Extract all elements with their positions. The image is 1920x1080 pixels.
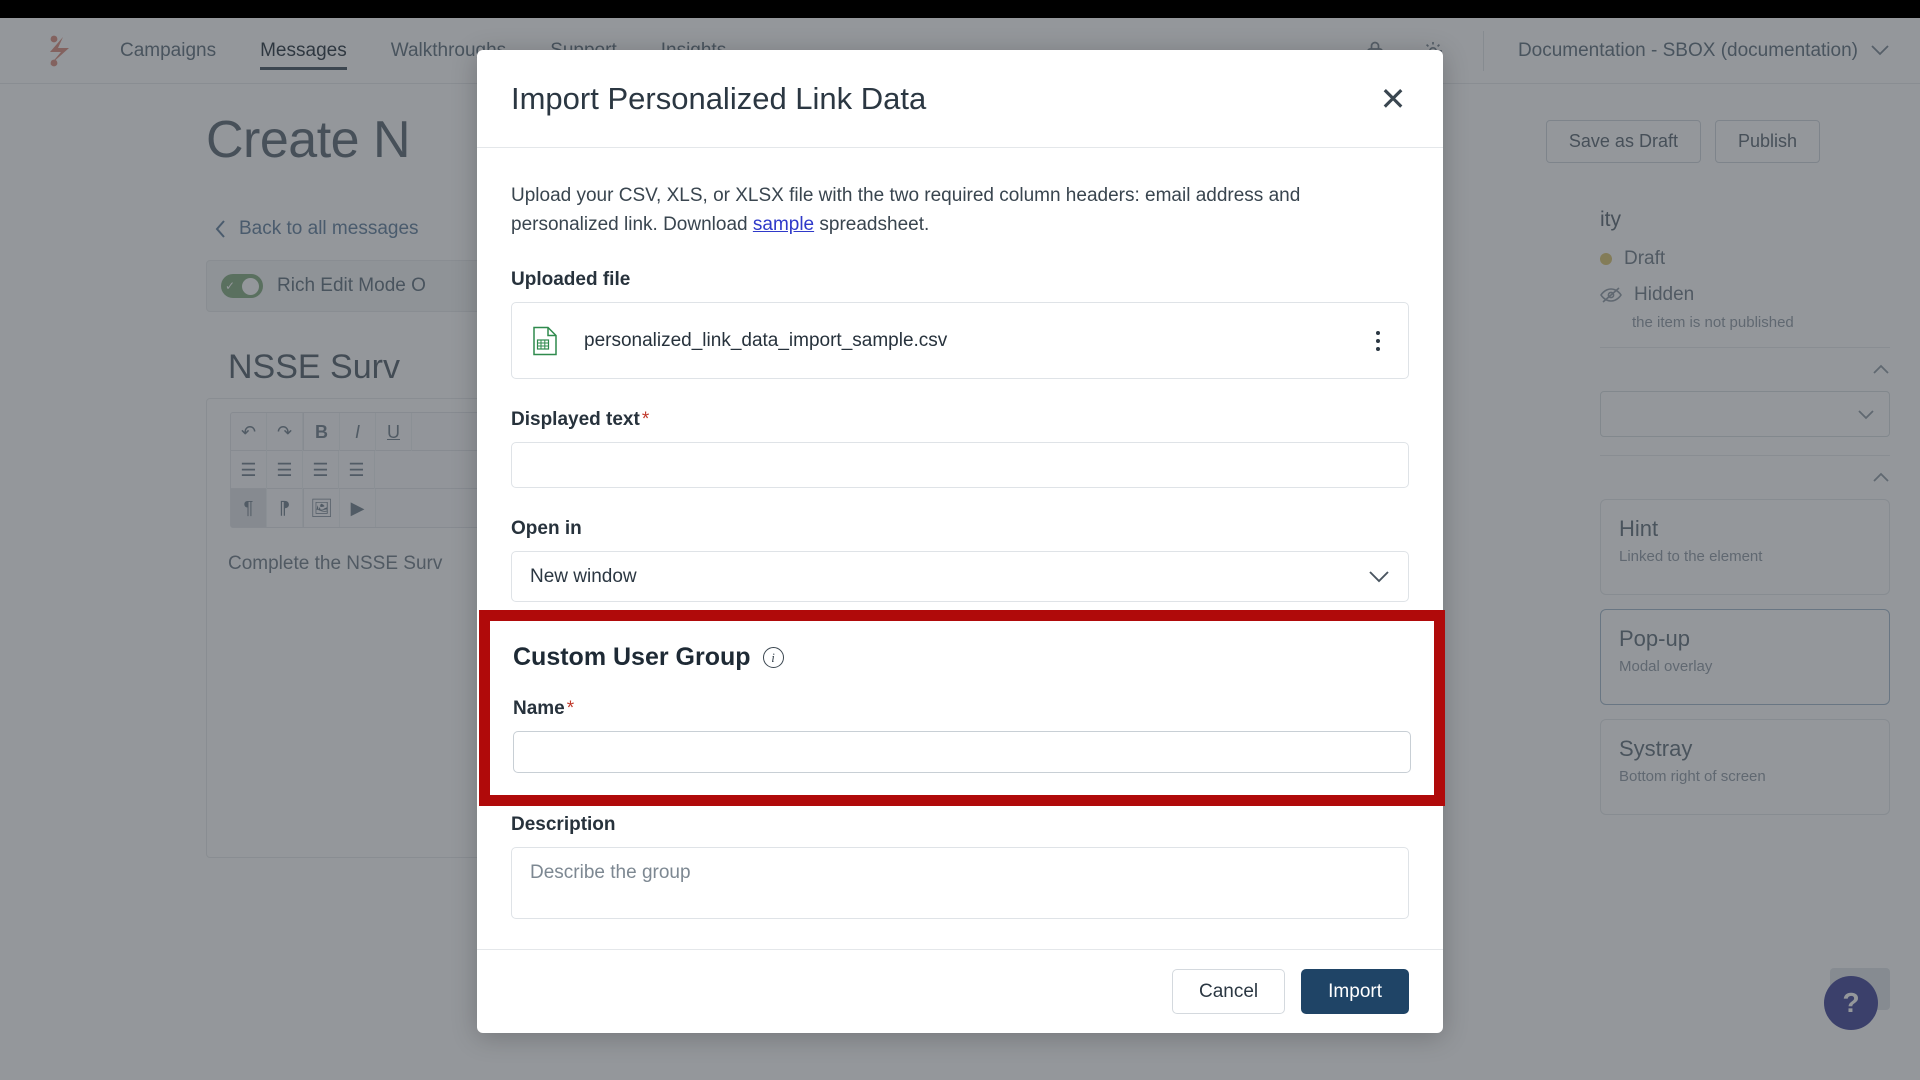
- dialog-body: Upload your CSV, XLS, or XLSX file with …: [477, 148, 1443, 949]
- uploaded-file-row: personalized_link_data_import_sample.csv: [511, 302, 1409, 379]
- kebab-menu-icon[interactable]: [1370, 325, 1386, 357]
- info-icon[interactable]: i: [762, 647, 784, 668]
- required-asterisk: *: [641, 409, 650, 430]
- cancel-button[interactable]: Cancel: [1171, 969, 1286, 1014]
- custom-user-group-highlight: Custom User Group i Name *: [479, 610, 1445, 806]
- name-label: Name *: [513, 698, 1411, 720]
- browser-chrome-strip: [0, 0, 1920, 18]
- open-in-select[interactable]: New window: [511, 551, 1409, 602]
- dialog-description: Upload your CSV, XLS, or XLSX file with …: [511, 182, 1409, 239]
- dialog-header: Import Personalized Link Data ✕: [477, 50, 1443, 148]
- dialog-title: Import Personalized Link Data: [511, 80, 927, 116]
- description-textarea[interactable]: Describe the group: [511, 847, 1409, 919]
- uploaded-file-label: Uploaded file: [511, 269, 631, 290]
- description-label: Description: [511, 814, 616, 835]
- name-label-text: Name: [513, 698, 565, 719]
- close-icon[interactable]: ✕: [1377, 83, 1409, 115]
- description-placeholder: Describe the group: [530, 862, 691, 883]
- displayed-text-label-text: Displayed text: [511, 409, 640, 430]
- uploaded-file-name: personalized_link_data_import_sample.csv: [584, 329, 948, 351]
- required-asterisk: *: [566, 698, 575, 719]
- name-input[interactable]: [513, 731, 1411, 773]
- info-glyph: i: [771, 649, 775, 665]
- custom-user-group-title: Custom User Group: [513, 643, 751, 671]
- displayed-text-label: Displayed text *: [511, 409, 1409, 431]
- open-in-label: Open in: [511, 518, 582, 539]
- screen-root: Campaigns Messages Walkthroughs Support …: [0, 0, 1920, 1080]
- sample-download-link[interactable]: sample: [753, 214, 814, 235]
- displayed-text-input[interactable]: [511, 442, 1409, 488]
- description-text-part-2: spreadsheet.: [814, 213, 930, 235]
- open-in-value: New window: [530, 565, 637, 587]
- custom-user-group-heading: Custom User Group i: [513, 643, 1411, 672]
- dialog-footer: Cancel Import: [477, 949, 1443, 1033]
- chevron-down-icon: [1369, 571, 1389, 583]
- import-personalized-link-data-dialog: Import Personalized Link Data ✕ Upload y…: [477, 50, 1443, 1033]
- import-button[interactable]: Import: [1301, 969, 1409, 1014]
- csv-file-icon: [532, 326, 558, 356]
